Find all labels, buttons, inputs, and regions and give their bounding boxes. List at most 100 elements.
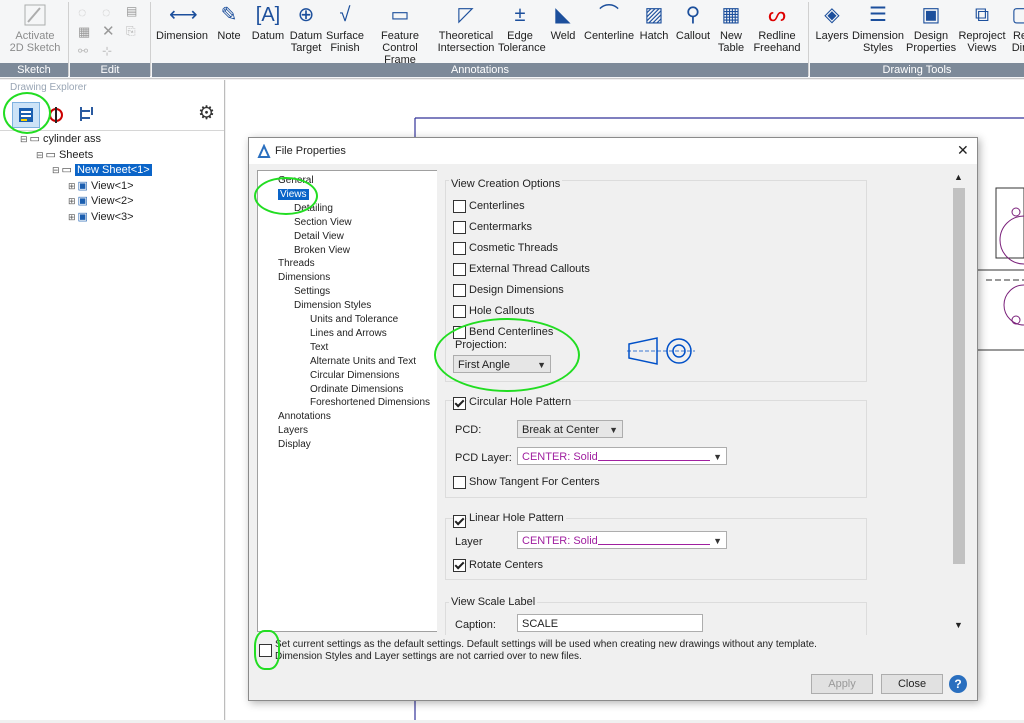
close-button[interactable]: Close (881, 674, 943, 694)
tree-item[interactable]: ⊟ ▭ New Sheet<1> (52, 163, 152, 176)
nav-item[interactable]: Lines and Arrows (310, 328, 387, 339)
rotate-centers-checkbox[interactable] (453, 559, 466, 572)
close-icon[interactable]: ✕ (957, 142, 969, 159)
view-scale-title: View Scale Label (449, 596, 538, 608)
activate-2d-sketch-label: Activate 2D Sketch (9, 30, 61, 54)
table-icon: ▦ (721, 4, 741, 26)
apply-button[interactable]: Apply (811, 674, 873, 694)
nav-item[interactable]: Layers (278, 425, 308, 436)
table-button[interactable]: ▦ New Table (714, 2, 748, 54)
nav-item[interactable]: Foreshortened Dimensions (310, 397, 430, 408)
scroll-thumb[interactable] (953, 188, 965, 564)
nav-item[interactable]: Threads (278, 258, 315, 269)
help-icon[interactable]: ? (949, 675, 967, 693)
surface-finish-button[interactable]: √ Surface Finish (326, 2, 364, 54)
nav-item[interactable]: Text (310, 342, 328, 353)
view-option-label: Centerlines (469, 200, 525, 212)
linear-layer-dropdown[interactable]: CENTER: Solid ▼ (517, 531, 727, 549)
design-properties-button[interactable]: ▣ Design Properties (906, 2, 956, 54)
collapse-icon[interactable]: ⊟ (36, 150, 44, 160)
sketch-icon (24, 4, 46, 26)
pcd-layer-label: PCD Layer: (455, 452, 512, 464)
callout-button[interactable]: ⚲ Callout (675, 2, 711, 42)
dimension-styles-button[interactable]: ☰ Dimension Styles (852, 2, 904, 54)
view-option-checkbox[interactable] (453, 305, 466, 318)
weld-button[interactable]: ◣ Weld (548, 2, 578, 42)
nav-item[interactable]: Dimension Styles (294, 300, 371, 311)
dimension-button[interactable]: ⟷ Dimension (156, 2, 208, 42)
expand-icon[interactable]: ⊞ (68, 181, 76, 191)
expand-icon[interactable]: ⊞ (68, 212, 76, 222)
caption-input[interactable]: SCALE (517, 614, 703, 632)
pcd-dropdown[interactable]: Break at Center ▼ (517, 420, 623, 438)
view-icon: ▣ (77, 195, 88, 207)
view-option-checkbox[interactable] (453, 200, 466, 213)
expand-icon[interactable]: ⊞ (68, 196, 76, 206)
nav-item[interactable]: Settings (294, 286, 330, 297)
annotations-group-label: Annotations (152, 63, 808, 77)
undo-icon[interactable]: ◌ (78, 4, 86, 20)
linear-hole-checkbox[interactable] (453, 515, 466, 528)
collapse-icon[interactable]: ⊟ (52, 165, 60, 175)
tree-item[interactable]: ⊞ ▣ View<2> (68, 194, 134, 207)
nav-item[interactable]: Dimensions (278, 272, 330, 283)
nav-item[interactable]: Display (278, 439, 311, 450)
view-option-checkbox[interactable] (453, 242, 466, 255)
reproject-icon: ⧉ (974, 4, 990, 26)
scroll-down-icon[interactable]: ▼ (954, 620, 963, 630)
collapse-icon[interactable]: ⊟ (20, 134, 28, 144)
note-button[interactable]: ✎ Note (214, 2, 244, 42)
nav-item[interactable]: Annotations (278, 411, 331, 422)
theoretical-intersection-button[interactable]: ◸ Theoretical Intersection (437, 2, 495, 54)
hatch-button[interactable]: ▨ Hatch (638, 2, 670, 42)
properties-icon[interactable]: ▤ (126, 4, 137, 18)
copy-icon[interactable]: ▦ (78, 24, 90, 40)
more-button[interactable]: ▢ Re Din (1008, 2, 1024, 54)
scroll-up-icon[interactable]: ▲ (954, 172, 963, 182)
nav-item-label: Annotations (278, 411, 331, 423)
feature-control-frame-button[interactable]: ▭ Feature Control Frame (366, 2, 434, 66)
show-tangent-checkbox[interactable] (453, 476, 466, 489)
redo-icon[interactable]: ◌ (102, 4, 110, 20)
settings-gear-icon[interactable]: ⚙ (198, 102, 215, 125)
activate-2d-sketch-button[interactable]: Activate 2D Sketch (2, 2, 68, 54)
nav-item[interactable]: Ordinate Dimensions (310, 384, 403, 395)
chevron-down-icon: ▼ (713, 452, 722, 462)
edge-tolerance-button[interactable]: ± Edge Tolerance (498, 2, 546, 54)
view-option-checkbox[interactable] (453, 284, 466, 297)
nav-item[interactable]: Alternate Units and Text (310, 356, 416, 367)
view-creation-title: View Creation Options (449, 178, 563, 190)
ribbon-button-label: Redline Freehand (753, 30, 801, 54)
nav-item[interactable]: Section View (294, 217, 352, 228)
nav-item[interactable]: Circular Dimensions (310, 370, 399, 381)
view-option-checkbox[interactable] (453, 221, 466, 234)
centerline-button[interactable]: ⌒ Centerline (584, 2, 634, 42)
pcd-layer-dropdown[interactable]: CENTER: Solid ▼ (517, 447, 727, 465)
tree-item[interactable]: ⊟ ▭ Sheets (36, 148, 93, 161)
delete-icon[interactable]: ✕ (102, 22, 115, 40)
tree-item[interactable]: ⊞ ▣ View<1> (68, 179, 134, 192)
group-icon[interactable]: ⚯ (78, 44, 88, 58)
nav-item[interactable]: Units and Tolerance (310, 314, 398, 325)
nav-item[interactable]: Broken View (294, 245, 350, 256)
hierarchy-icon[interactable] (78, 105, 98, 123)
ribbon-button-label: Feature Control Frame (381, 30, 419, 66)
circular-hole-checkbox[interactable] (453, 397, 466, 410)
tree-item[interactable]: ⊞ ▣ View<3> (68, 210, 134, 223)
first-angle-projection-symbol (627, 337, 695, 365)
tree-item[interactable]: ⊟ ▭ cylinder ass (20, 132, 101, 145)
datum-button[interactable]: [A] Datum (250, 2, 286, 42)
nav-item-label: Dimensions (278, 272, 331, 284)
paste-icon[interactable]: ⎘ (126, 24, 136, 39)
nav-item-label: Display (278, 439, 311, 451)
redline-button[interactable]: ᔕ Redline Freehand (752, 2, 802, 54)
scrollbar[interactable]: ▲ ▼ (951, 168, 967, 634)
pcd-value: Break at Center (522, 424, 600, 436)
default-settings-note-2: Dimension Styles and Layer settings are … (275, 651, 582, 662)
layers-button[interactable]: ◈ Layers (814, 2, 850, 42)
explode-icon[interactable]: ⊹ (102, 44, 112, 58)
nav-item[interactable]: Detail View (294, 231, 344, 242)
datum-target-button[interactable]: ⊕ Datum Target (288, 2, 324, 54)
view-option-checkbox[interactable] (453, 263, 466, 276)
reproject-button[interactable]: ⧉ Reproject Views (958, 2, 1006, 54)
